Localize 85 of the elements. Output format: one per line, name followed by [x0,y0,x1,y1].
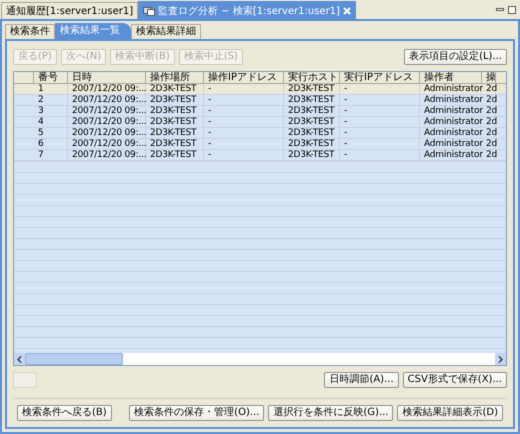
table-cell: 2007/12/20 09:... [68,150,146,160]
action-button[interactable]: 日時調節(A)... [324,372,399,388]
table-cell: - [204,128,284,138]
table-cell: - [204,84,284,94]
table-cell: 2D3K-TEST [284,95,340,105]
table-cell: 2D3K-TEST [284,106,340,116]
scroll-left-icon[interactable] [17,356,22,362]
editor-tab[interactable]: 通知履歴[1:server1:user1] [1,2,138,19]
table-cell: - [340,150,420,160]
table-cell: 4 [34,117,68,127]
table-cell: 2007/12/20 09:... [68,84,146,94]
table-cell: 2D3K-TEST [284,128,340,138]
scrollbar-thumb[interactable] [25,353,123,365]
action-button[interactable]: 選択行を条件に反映(G)... [268,405,394,421]
close-icon[interactable] [342,6,351,14]
table-row[interactable]: 4 2007/12/20 09:... 2D3K-TEST - 2D3K-TEST - Administrator 2d [14,117,506,128]
table-cell: 2007/12/20 09:... [68,106,146,116]
table-cell: 2007/12/20 09:... [68,139,146,149]
table-cell: 6 [34,139,68,149]
table-cell: 2d [482,128,496,138]
table-cell: 2d [482,150,496,160]
table-row[interactable]: 5 2007/12/20 09:... 2D3K-TEST - 2D3K-TEST - Administrator 2d [14,128,506,139]
table-cell: Administrator [420,150,482,160]
column-header[interactable]: 操作者 [420,72,482,83]
table-cell: 2d [482,106,496,116]
table-cell: 2D3K-TEST [284,84,340,94]
table-cell: 2d [482,139,496,149]
table-cell: - [340,84,420,94]
column-header[interactable]: 日時 [68,72,146,83]
table-cell: - [204,117,284,127]
table-cell: Administrator [420,117,482,127]
table-cell: 2D3K-TEST [146,128,204,138]
table-cell: 2D3K-TEST [146,84,204,94]
status-field [13,372,37,388]
table-cell: 2D3K-TEST [284,117,340,127]
table-cell: 7 [34,150,68,160]
table-cell: - [204,95,284,105]
table-cell: 1 [34,84,68,94]
table-row[interactable]: 2 2007/12/20 09:... 2D3K-TEST - 2D3K-TEST - Administrator 2d [14,95,506,106]
table-cell: 2D3K-TEST [284,150,340,160]
table-cell: 3 [34,106,68,116]
view-tab[interactable]: 検索条件 [5,24,55,39]
table-cell: 2007/12/20 09:... [68,95,146,105]
table-cell: 2007/12/20 09:... [68,117,146,127]
column-header[interactable]: 番号 [34,72,68,83]
table-row[interactable]: 6 2007/12/20 09:... 2D3K-TEST - 2D3K-TEST - Administrator 2d [14,139,506,150]
table-cell: 2d [482,95,496,105]
table-cell: - [340,117,420,127]
table-cell: Administrator [420,128,482,138]
table-cell: - [340,139,420,149]
table-cell: 5 [34,128,68,138]
table-cell: 2007/12/20 09:... [68,128,146,138]
action-button[interactable]: 検索結果詳細表示(D) [397,405,503,421]
action-button[interactable]: CSV形式で保存(X)... [402,372,507,388]
column-settings-button[interactable]: 表示項目の設定(L)... [404,49,507,65]
table-cell: Administrator [420,139,482,149]
table-cell: - [204,150,284,160]
table-cell: 2D3K-TEST [146,117,204,127]
table-cell: - [204,139,284,149]
table-cell: - [340,106,420,116]
table-cell: - [204,106,284,116]
back-button[interactable]: 検索条件へ戻る(B) [17,405,112,421]
view-tab[interactable]: 検索結果詳細 [131,24,201,39]
table-cell: - [340,128,420,138]
column-header[interactable]: 操作場所 [146,72,204,83]
table-cell: - [340,95,420,105]
action-button[interactable]: 検索条件の保存・管理(O)... [129,405,264,421]
table-cell: Administrator [420,84,482,94]
window-icon [143,6,156,16]
table-row[interactable]: 1 2007/12/20 09:... 2D3K-TEST - 2D3K-TEST - Administrator 2d [14,84,506,95]
scroll-right-icon[interactable] [498,356,503,362]
table-cell: 2d [482,117,496,127]
table-cell: 2D3K-TEST [146,150,204,160]
column-header[interactable]: 操作IPアドレス [204,72,284,83]
table-row[interactable]: 7 2007/12/20 09:... 2D3K-TEST - 2D3K-TEST - Administrator 2d [14,150,506,161]
table-cell: 2D3K-TEST [146,95,204,105]
table-cell: 2 [34,95,68,105]
table-cell: 2D3K-TEST [146,139,204,149]
table-cell: 2D3K-TEST [284,139,340,149]
table-row[interactable]: 3 2007/12/20 09:... 2D3K-TEST - 2D3K-TEST - Administrator 2d [14,106,506,117]
table-cell: 2d [482,84,496,94]
table-cell: 2D3K-TEST [146,106,204,116]
maximize-icon[interactable] [508,6,516,14]
table-cell: Administrator [420,106,482,116]
table-cell: Administrator [420,95,482,105]
